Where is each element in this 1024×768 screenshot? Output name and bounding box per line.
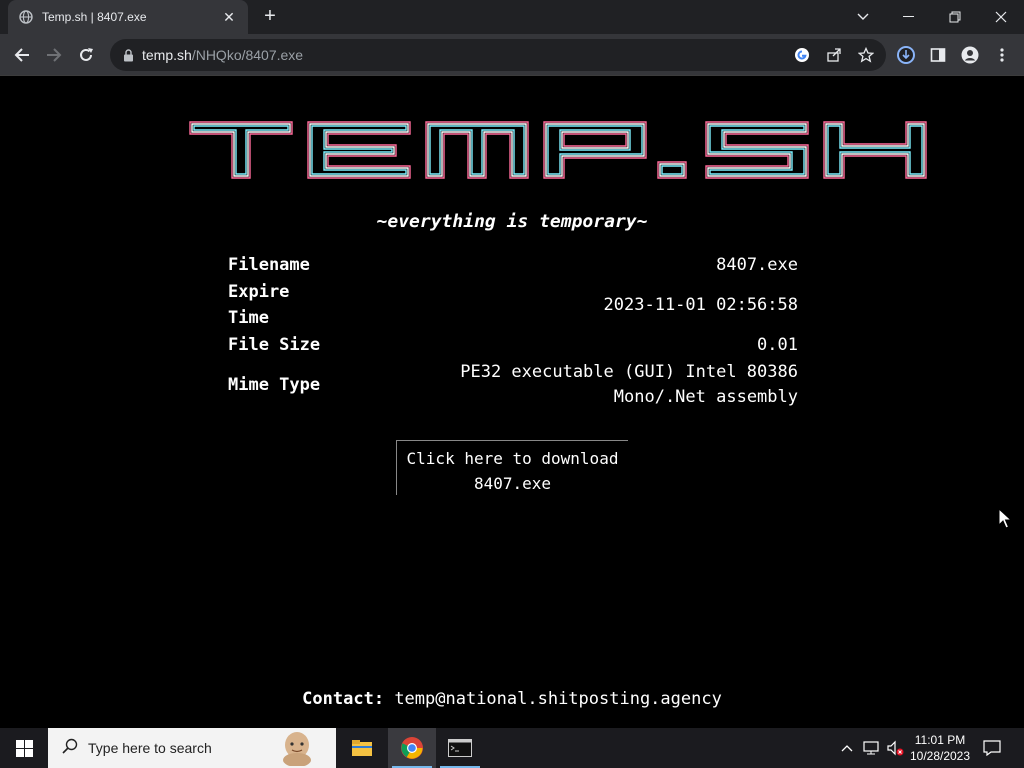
- search-placeholder: Type here to search: [88, 740, 212, 756]
- folder-icon: [352, 740, 372, 756]
- download-button-line1: Click here to download: [406, 449, 619, 468]
- search-icon: [62, 738, 78, 759]
- forward-arrow-icon[interactable]: [40, 41, 68, 69]
- logo-letter-dot: [657, 161, 687, 179]
- google-icon[interactable]: [788, 41, 816, 69]
- expire-label-line2: Time: [228, 308, 269, 328]
- chrome-icon: [401, 737, 423, 759]
- tab-strip: Temp.sh | 8407.exe ✕ +: [0, 0, 1024, 34]
- volume-muted-icon[interactable]: [884, 728, 906, 768]
- file-size-label: File Size: [228, 335, 321, 355]
- tab-search-icon[interactable]: [840, 0, 886, 34]
- windows-taskbar: Type here to search 11:01 PM 10/28/2023: [0, 728, 1024, 768]
- download-button[interactable]: Click here to download 8407.exe: [396, 440, 628, 495]
- expire-label-line1: Expire: [228, 282, 290, 302]
- tab-title: Temp.sh | 8407.exe: [42, 10, 147, 24]
- restore-button[interactable]: [932, 0, 978, 34]
- mime-type-value-line2: Mono/.Net assembly: [613, 387, 798, 407]
- bookmark-star-icon[interactable]: [852, 41, 880, 69]
- mime-type-label: Mime Type: [228, 375, 321, 395]
- search-highlight-icon[interactable]: [280, 730, 314, 767]
- filename-label: Filename: [228, 255, 310, 275]
- share-icon[interactable]: [820, 41, 848, 69]
- windows-logo-icon: [15, 739, 33, 757]
- browser-toolbar: temp.sh /NHQko/8407.exe: [0, 34, 1024, 76]
- contact-label: Contact:: [302, 689, 385, 709]
- reload-icon[interactable]: [72, 41, 100, 69]
- profile-icon[interactable]: [956, 41, 984, 69]
- windows-start-button[interactable]: [0, 728, 48, 768]
- logo-letter-t: [189, 121, 293, 179]
- minimize-button[interactable]: [886, 0, 932, 34]
- chevron-up-icon[interactable]: [838, 728, 856, 768]
- taskbar-file-explorer[interactable]: [338, 728, 386, 768]
- menu-kebab-icon[interactable]: [988, 41, 1016, 69]
- lock-icon[interactable]: [120, 47, 136, 63]
- url-host: temp.sh: [142, 47, 192, 63]
- tagline: ~everything is temporary~: [376, 211, 648, 232]
- url-path: /NHQko/8407.exe: [191, 47, 304, 63]
- temp-sh-logo: [188, 118, 930, 184]
- taskbar-chrome[interactable]: [388, 728, 436, 768]
- mime-type-value-line1: PE32 executable (GUI) Intel 80386: [460, 362, 798, 382]
- back-arrow-icon[interactable]: [8, 41, 36, 69]
- notification-icon[interactable]: [980, 728, 1004, 768]
- expire-value: 2023-11-01 02:56:58: [603, 295, 798, 315]
- download-icon[interactable]: [892, 41, 920, 69]
- page-content: ~everything is temporary~ Filename 8407.…: [0, 77, 1024, 728]
- tab-active[interactable]: Temp.sh | 8407.exe ✕: [8, 0, 248, 34]
- logo-letter-p: [543, 121, 647, 179]
- mouse-cursor-icon: [998, 507, 1013, 530]
- logo-letter-s: [705, 121, 809, 179]
- new-tab-button[interactable]: +: [258, 4, 282, 28]
- network-icon[interactable]: [860, 728, 882, 768]
- clock-date: 10/28/2023: [909, 749, 971, 763]
- contact-email-link[interactable]: temp@national.shitposting.agency: [394, 689, 722, 709]
- logo-letter-e: [307, 121, 411, 179]
- file-size-value: 0.01: [757, 335, 798, 355]
- tab-close-icon[interactable]: ✕: [220, 9, 238, 26]
- taskbar-terminal[interactable]: [436, 728, 484, 768]
- logo-letter-h: [823, 121, 927, 179]
- taskbar-search-box[interactable]: Type here to search: [48, 728, 336, 768]
- globe-icon: [18, 9, 34, 25]
- side-panel-icon[interactable]: [924, 41, 952, 69]
- clock-time: 11:01 PM: [914, 733, 966, 747]
- system-clock[interactable]: 11:01 PM 10/28/2023: [904, 732, 976, 764]
- close-window-button[interactable]: [978, 0, 1024, 34]
- command-prompt-icon: [448, 739, 472, 757]
- download-button-line2: 8407.exe: [473, 474, 552, 493]
- logo-letter-m: [425, 121, 529, 179]
- contact-line: Contact: temp@national.shitposting.agenc…: [0, 689, 1024, 709]
- address-bar[interactable]: temp.sh /NHQko/8407.exe: [110, 39, 886, 71]
- logo-graphic: [189, 121, 927, 179]
- filename-value: 8407.exe: [716, 255, 798, 275]
